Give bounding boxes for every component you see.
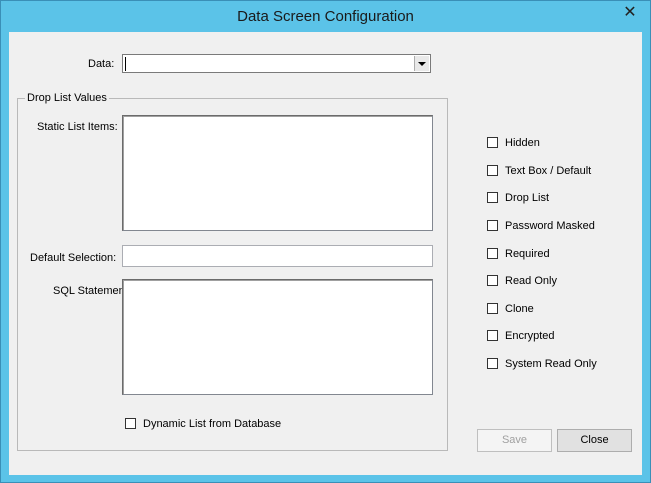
hidden-checkbox[interactable]: Hidden (487, 137, 627, 151)
data-combobox[interactable] (122, 54, 431, 73)
window-title: Data Screen Configuration (237, 8, 414, 25)
drop-list-values-group-title: Drop List Values (25, 92, 109, 104)
read-only-checkbox[interactable]: Read Only (487, 275, 627, 289)
drop-list-label: Drop List (505, 192, 550, 204)
required-checkbox[interactable]: Required (487, 248, 627, 262)
checkbox-box[interactable] (487, 275, 498, 286)
data-label: Data: (88, 58, 115, 70)
encrypted-label: Encrypted (505, 330, 555, 342)
default-selection-label: Default Selection: (30, 252, 117, 264)
required-label: Required (505, 248, 550, 260)
checkbox-box[interactable] (125, 418, 136, 429)
password-masked-label: Password Masked (505, 220, 595, 232)
dynamic-list-checkbox[interactable]: Dynamic List from Database (125, 418, 295, 432)
checkbox-box[interactable] (487, 248, 498, 259)
static-list-items-label: Static List Items: (37, 121, 118, 133)
chevron-down-icon[interactable] (414, 56, 429, 71)
title-bar[interactable]: Data Screen Configuration ✕ (1, 1, 650, 32)
checkbox-box[interactable] (487, 192, 498, 203)
checkbox-box[interactable] (487, 303, 498, 314)
default-selection-input[interactable] (122, 245, 433, 267)
read-only-label: Read Only (505, 275, 557, 287)
system-read-only-checkbox[interactable]: System Read Only (487, 358, 627, 372)
hidden-label: Hidden (505, 137, 540, 149)
text-caret (125, 57, 126, 71)
dialog-window: Data Screen Configuration ✕ Data: Drop L… (0, 0, 651, 483)
save-button[interactable]: Save (477, 429, 552, 452)
static-list-items-textarea[interactable] (122, 115, 433, 231)
checkbox-box[interactable] (487, 358, 498, 369)
clone-checkbox[interactable]: Clone (487, 303, 627, 317)
checkbox-box[interactable] (487, 220, 498, 231)
close-button[interactable]: Close (557, 429, 632, 452)
sql-statement-textarea[interactable] (122, 279, 433, 395)
checkbox-box[interactable] (487, 165, 498, 176)
dynamic-list-label: Dynamic List from Database (143, 418, 282, 430)
checkbox-box[interactable] (487, 330, 498, 341)
clone-label: Clone (505, 303, 534, 315)
text-box-default-checkbox[interactable]: Text Box / Default (487, 165, 627, 179)
close-icon[interactable]: ✕ (616, 2, 644, 24)
checkbox-box[interactable] (487, 137, 498, 148)
system-read-only-label: System Read Only (505, 358, 597, 370)
sql-statement-label: SQL Statement: (53, 285, 131, 297)
drop-list-checkbox[interactable]: Drop List (487, 192, 627, 206)
password-masked-checkbox[interactable]: Password Masked (487, 220, 627, 234)
text-box-default-label: Text Box / Default (505, 165, 592, 177)
dialog-body: Data: Drop List Values Static List Items… (9, 32, 642, 475)
encrypted-checkbox[interactable]: Encrypted (487, 330, 627, 344)
